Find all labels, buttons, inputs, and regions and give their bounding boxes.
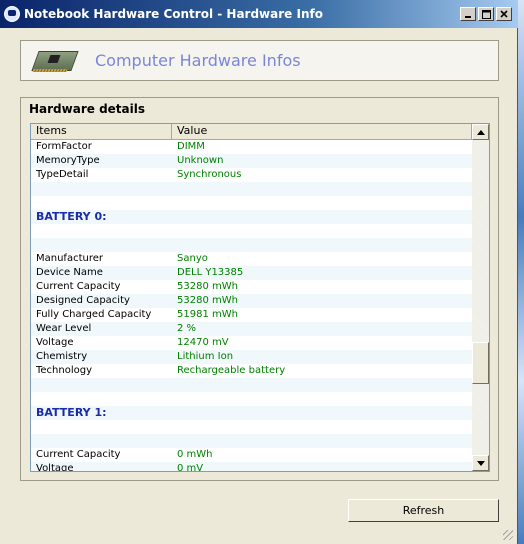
close-icon [500, 10, 508, 18]
item-value: Lithium Ion [177, 351, 234, 362]
list-item[interactable]: FormFactor DIMM [31, 140, 472, 154]
list-item[interactable]: Voltage 0 mV [31, 462, 472, 472]
resize-grip[interactable] [503, 530, 513, 540]
item-value: 53280 mWh [177, 295, 238, 306]
list-item[interactable]: Chemistry Lithium Ion [31, 350, 472, 364]
item-value: Sanyo [177, 253, 208, 264]
item-value: Synchronous [177, 169, 242, 180]
header-title: Computer Hardware Infos [95, 51, 301, 70]
spacer-row [31, 420, 472, 434]
scroll-up-button[interactable] [472, 124, 489, 140]
refresh-button[interactable]: Refresh [348, 499, 499, 522]
spacer-row [31, 392, 472, 406]
item-value: 2 % [177, 323, 197, 334]
close-button[interactable] [496, 7, 512, 21]
hardware-info-window: Notebook Hardware Control - Hardware Inf… [0, 0, 518, 544]
list-item[interactable]: Voltage 12470 mV [31, 336, 472, 350]
list-rows: FormFactor DIMM MemoryType Unknown TypeDetai… [31, 140, 472, 472]
app-icon [4, 6, 20, 22]
hardware-details-group: Hardware details Items Value FormFactor D… [20, 97, 499, 481]
list-item[interactable]: Current Capacity 53280 mWh [31, 280, 472, 294]
list-item[interactable]: Technology Rechargeable battery [31, 364, 472, 378]
list-item[interactable]: Current Capacity 0 mWh [31, 448, 472, 462]
item-name: Voltage [36, 337, 74, 348]
item-name: Fully Charged Capacity [36, 309, 152, 320]
item-name: Designed Capacity [36, 295, 130, 306]
column-headers: Items Value [31, 124, 472, 140]
maximize-icon [481, 9, 491, 19]
item-name: Chemistry [36, 351, 88, 362]
window-title: Notebook Hardware Control - Hardware Inf… [24, 7, 323, 21]
list-item[interactable]: Manufacturer Sanyo [31, 252, 472, 266]
item-value: Unknown [177, 155, 224, 166]
column-header-value[interactable]: Value [172, 124, 472, 140]
item-name: Wear Level [36, 323, 92, 334]
desktop-background [518, 0, 524, 544]
arrow-up-icon [476, 129, 485, 135]
title-bar[interactable]: Notebook Hardware Control - Hardware Inf… [0, 0, 518, 28]
item-name: Device Name [36, 267, 103, 278]
list-item[interactable]: MemoryType Unknown [31, 154, 472, 168]
scroll-down-button[interactable] [472, 455, 489, 471]
scroll-track[interactable] [472, 140, 489, 455]
spacer-row [31, 182, 472, 196]
list-item[interactable]: Wear Level 2 % [31, 322, 472, 336]
item-name: Current Capacity [36, 281, 121, 292]
scroll-thumb[interactable] [472, 342, 489, 384]
list-item[interactable]: TypeDetail Synchronous [31, 168, 472, 182]
item-value: 53280 mWh [177, 281, 238, 292]
spacer-row [31, 196, 472, 210]
group-label: Hardware details [29, 102, 145, 116]
item-value: 12470 mV [177, 337, 229, 348]
item-value: Rechargeable battery [177, 365, 286, 376]
item-name: Manufacturer [36, 253, 103, 264]
spacer-row [31, 238, 472, 252]
section-header: BATTERY 0: [31, 210, 472, 224]
item-value: DELL Y13385 [177, 267, 244, 278]
item-name: FormFactor [36, 141, 92, 152]
item-name: MemoryType [36, 155, 100, 166]
item-name: Current Capacity [36, 449, 121, 460]
item-name: Technology [36, 365, 93, 376]
section-header: BATTERY 1: [31, 406, 472, 420]
minimize-icon [465, 16, 471, 18]
spacer-row [31, 224, 472, 238]
header-panel: Computer Hardware Infos [20, 40, 499, 81]
minimize-button[interactable] [460, 7, 476, 21]
list-item[interactable]: Fully Charged Capacity 51981 mWh [31, 308, 472, 322]
item-value: DIMM [177, 141, 205, 152]
arrow-down-icon [476, 460, 485, 466]
item-name: Voltage [36, 463, 74, 472]
spacer-row [31, 434, 472, 448]
column-header-items[interactable]: Items [31, 124, 172, 140]
list-item[interactable]: Device Name DELL Y13385 [31, 266, 472, 280]
item-name: TypeDetail [36, 169, 89, 180]
item-value: 0 mWh [177, 449, 213, 460]
pci-card-icon [31, 45, 79, 77]
item-value: 0 mV [177, 463, 204, 472]
spacer-row [31, 378, 472, 392]
vertical-scrollbar[interactable] [472, 124, 489, 471]
list-item[interactable]: Designed Capacity 53280 mWh [31, 294, 472, 308]
maximize-button[interactable] [478, 7, 494, 21]
item-value: 51981 mWh [177, 309, 238, 320]
hardware-list[interactable]: Items Value FormFactor DIMM MemoryType Unkn… [30, 123, 490, 472]
